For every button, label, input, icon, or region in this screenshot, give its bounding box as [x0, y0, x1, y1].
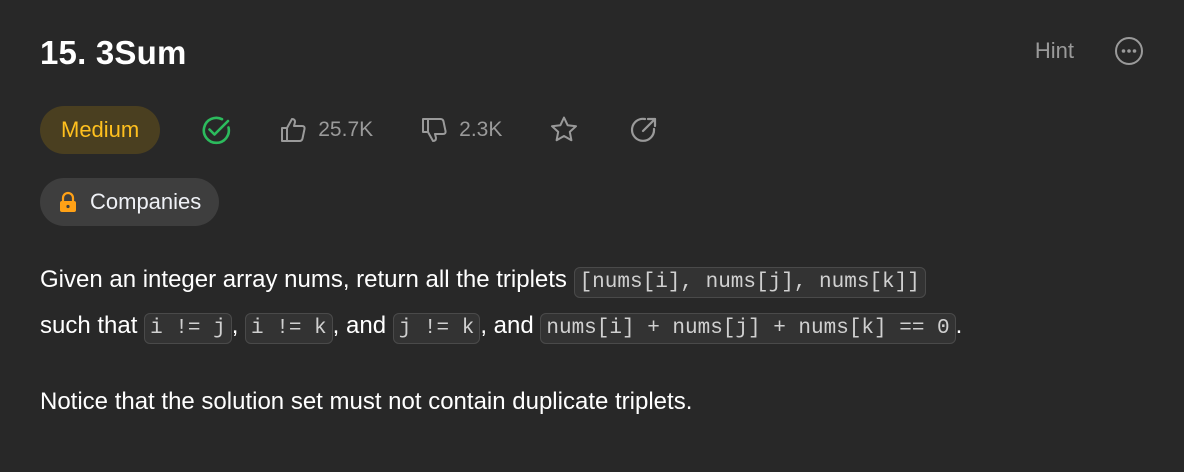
description-text: , and: [480, 312, 541, 339]
description-text: ,: [231, 312, 246, 339]
code-i-ne-k: i != k: [245, 313, 333, 344]
dislike-button[interactable]: 2.3K: [419, 115, 502, 145]
share-icon[interactable]: [628, 114, 660, 146]
companies-button[interactable]: Companies: [40, 178, 220, 226]
description-text: .: [955, 312, 963, 339]
problem-meta-row: Medium 25.7K 2.3K: [40, 106, 660, 154]
code-j-ne-k: j != k: [392, 313, 481, 344]
thumbs-down-icon: [419, 115, 449, 145]
lock-icon: [58, 191, 78, 213]
star-icon[interactable]: [548, 114, 580, 146]
description-text: Given an integer array nums, return all …: [40, 266, 574, 293]
companies-label: Companies: [90, 189, 202, 214]
problem-description: Given an integer array nums, return all …: [40, 258, 1150, 423]
header-actions: Hint: [1035, 36, 1144, 66]
like-count: 25.7K: [318, 118, 374, 141]
more-icon[interactable]: [1114, 36, 1144, 66]
description-paragraph: Given an integer array nums, return all …: [40, 258, 1150, 350]
description-text: such that: [40, 312, 145, 339]
difficulty-badge: Medium: [40, 106, 161, 154]
description-note: Notice that the solution set must not co…: [40, 388, 693, 415]
code-triplet: [nums[i], nums[j], nums[k]]: [573, 267, 926, 298]
solved-check-icon: [200, 113, 234, 147]
code-sum-zero: nums[i] + nums[j] + nums[k] == 0: [540, 313, 956, 344]
hint-button[interactable]: Hint: [1035, 38, 1074, 64]
like-button[interactable]: 25.7K: [278, 115, 373, 145]
problem-title: 15. 3Sum: [40, 34, 187, 71]
dislike-count: 2.3K: [459, 118, 503, 141]
thumbs-up-icon: [278, 115, 308, 145]
description-text: , and: [332, 312, 393, 339]
code-i-ne-j: i != j: [144, 313, 232, 344]
